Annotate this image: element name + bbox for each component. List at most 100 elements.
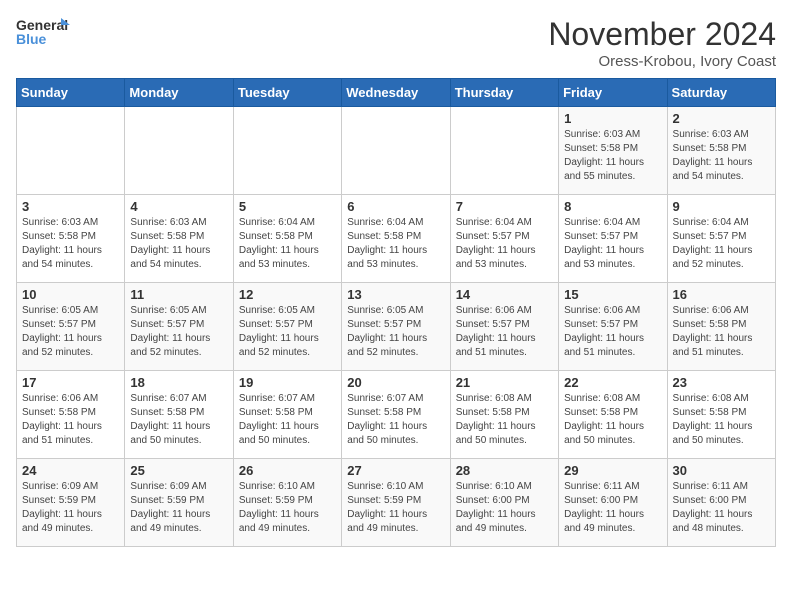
calendar-cell: 7 Sunrise: 6:04 AMSunset: 5:57 PMDaylight… — [450, 195, 558, 283]
day-number: 2 — [673, 111, 770, 126]
week-row-3: 10Sunrise: 6:05 AMSunset: 5:57 PMDayligh… — [17, 283, 776, 371]
day-number: 30 — [673, 463, 770, 478]
day-number: 8 — [564, 199, 661, 214]
calendar-cell: 28 Sunrise: 6:10 AMSunset: 6:00 PMDayligh… — [450, 459, 558, 547]
day-info: Sunrise: 6:04 AMSunset: 5:58 PMDaylight:… — [347, 216, 444, 272]
day-number: 19 — [239, 375, 336, 390]
day-number: 26 — [239, 463, 336, 478]
calendar-cell: 22 Sunrise: 6:08 AMSunset: 5:58 PMDayligh… — [559, 371, 667, 459]
weekday-header-tuesday: Tuesday — [233, 79, 341, 107]
day-info: Sunrise: 6:06 AMSunset: 5:57 PMDaylight:… — [456, 304, 553, 360]
day-info: Sunrise: 6:03 AMSunset: 5:58 PMDaylight:… — [673, 128, 770, 184]
day-info: Sunrise: 6:07 AMSunset: 5:58 PMDaylight:… — [347, 392, 444, 448]
calendar-cell: 2 Sunrise: 6:03 AMSunset: 5:58 PMDaylight… — [667, 107, 775, 195]
month-title: November 2024 — [548, 16, 776, 53]
calendar-cell: 25 Sunrise: 6:09 AMSunset: 5:59 PMDayligh… — [125, 459, 233, 547]
day-info: Sunrise: 6:06 AMSunset: 5:58 PMDaylight:… — [22, 392, 119, 448]
day-number: 4 — [130, 199, 227, 214]
calendar-cell: 26 Sunrise: 6:10 AMSunset: 5:59 PMDayligh… — [233, 459, 341, 547]
day-info: Sunrise: 6:11 AMSunset: 6:00 PMDaylight:… — [673, 480, 770, 536]
week-row-1: 1 Sunrise: 6:03 AMSunset: 5:58 PMDaylight… — [17, 107, 776, 195]
location: Oress-Krobou, Ivory Coast — [548, 53, 776, 70]
calendar-cell — [233, 107, 341, 195]
weekday-header-wednesday: Wednesday — [342, 79, 450, 107]
day-info: Sunrise: 6:08 AMSunset: 5:58 PMDaylight:… — [564, 392, 661, 448]
day-info: Sunrise: 6:04 AMSunset: 5:57 PMDaylight:… — [673, 216, 770, 272]
week-row-2: 3 Sunrise: 6:03 AMSunset: 5:58 PMDaylight… — [17, 195, 776, 283]
calendar-table: SundayMondayTuesdayWednesdayThursdayFrid… — [16, 78, 776, 547]
day-info: Sunrise: 6:03 AMSunset: 5:58 PMDaylight:… — [22, 216, 119, 272]
calendar-cell: 24 Sunrise: 6:09 AMSunset: 5:59 PMDayligh… — [17, 459, 125, 547]
day-info: Sunrise: 6:04 AMSunset: 5:58 PMDaylight:… — [239, 216, 336, 272]
day-number: 6 — [347, 199, 444, 214]
calendar-cell: 11 Sunrise: 6:05 AMSunset: 5:57 PMDayligh… — [125, 283, 233, 371]
day-number: 17 — [22, 375, 119, 390]
calendar-cell: 19Sunrise: 6:07 AMSunset: 5:58 PMDayligh… — [233, 371, 341, 459]
day-number: 28 — [456, 463, 553, 478]
calendar-cell: 29Sunrise: 6:11 AMSunset: 6:00 PMDayligh… — [559, 459, 667, 547]
calendar-cell: 16Sunrise: 6:06 AMSunset: 5:58 PMDayligh… — [667, 283, 775, 371]
calendar-cell: 12 Sunrise: 6:05 AMSunset: 5:57 PMDayligh… — [233, 283, 341, 371]
day-info: Sunrise: 6:06 AMSunset: 5:58 PMDaylight:… — [673, 304, 770, 360]
day-info: Sunrise: 6:05 AMSunset: 5:57 PMDaylight:… — [130, 304, 227, 360]
week-row-5: 24 Sunrise: 6:09 AMSunset: 5:59 PMDayligh… — [17, 459, 776, 547]
day-number: 15 — [564, 287, 661, 302]
day-info: Sunrise: 6:10 AMSunset: 6:00 PMDaylight:… — [456, 480, 553, 536]
day-number: 3 — [22, 199, 119, 214]
day-number: 24 — [22, 463, 119, 478]
day-info: Sunrise: 6:04 AMSunset: 5:57 PMDaylight:… — [456, 216, 553, 272]
calendar-cell — [450, 107, 558, 195]
calendar-cell: 1 Sunrise: 6:03 AMSunset: 5:58 PMDaylight… — [559, 107, 667, 195]
day-info: Sunrise: 6:10 AMSunset: 5:59 PMDaylight:… — [347, 480, 444, 536]
day-info: Sunrise: 6:03 AMSunset: 5:58 PMDaylight:… — [130, 216, 227, 272]
calendar-cell: 27 Sunrise: 6:10 AMSunset: 5:59 PMDayligh… — [342, 459, 450, 547]
calendar-cell — [17, 107, 125, 195]
day-number: 1 — [564, 111, 661, 126]
weekday-header-row: SundayMondayTuesdayWednesdayThursdayFrid… — [17, 79, 776, 107]
title-block: November 2024 Oress-Krobou, Ivory Coast — [548, 16, 776, 70]
calendar-cell: 23 Sunrise: 6:08 AMSunset: 5:58 PMDayligh… — [667, 371, 775, 459]
day-number: 7 — [456, 199, 553, 214]
day-info: Sunrise: 6:06 AMSunset: 5:57 PMDaylight:… — [564, 304, 661, 360]
day-number: 21 — [456, 375, 553, 390]
day-info: Sunrise: 6:05 AMSunset: 5:57 PMDaylight:… — [239, 304, 336, 360]
week-row-4: 17 Sunrise: 6:06 AMSunset: 5:58 PMDayligh… — [17, 371, 776, 459]
day-info: Sunrise: 6:05 AMSunset: 5:57 PMDaylight:… — [347, 304, 444, 360]
day-info: Sunrise: 6:09 AMSunset: 5:59 PMDaylight:… — [130, 480, 227, 536]
calendar-cell: 21 Sunrise: 6:08 AMSunset: 5:58 PMDayligh… — [450, 371, 558, 459]
calendar-cell: 20Sunrise: 6:07 AMSunset: 5:58 PMDayligh… — [342, 371, 450, 459]
calendar-cell — [125, 107, 233, 195]
calendar-cell: 17 Sunrise: 6:06 AMSunset: 5:58 PMDayligh… — [17, 371, 125, 459]
day-number: 12 — [239, 287, 336, 302]
calendar-cell: 8 Sunrise: 6:04 AMSunset: 5:57 PMDaylight… — [559, 195, 667, 283]
calendar-cell: 10Sunrise: 6:05 AMSunset: 5:57 PMDayligh… — [17, 283, 125, 371]
day-number: 11 — [130, 287, 227, 302]
calendar-cell: 5Sunrise: 6:04 AMSunset: 5:58 PMDaylight… — [233, 195, 341, 283]
day-number: 18 — [130, 375, 227, 390]
day-number: 27 — [347, 463, 444, 478]
weekday-header-saturday: Saturday — [667, 79, 775, 107]
logo-svg: GeneralBlue — [16, 16, 72, 52]
day-number: 9 — [673, 199, 770, 214]
calendar-cell: 15 Sunrise: 6:06 AMSunset: 5:57 PMDayligh… — [559, 283, 667, 371]
day-info: Sunrise: 6:11 AMSunset: 6:00 PMDaylight:… — [564, 480, 661, 536]
day-number: 22 — [564, 375, 661, 390]
day-number: 23 — [673, 375, 770, 390]
day-info: Sunrise: 6:10 AMSunset: 5:59 PMDaylight:… — [239, 480, 336, 536]
calendar-cell: 18Sunrise: 6:07 AMSunset: 5:58 PMDayligh… — [125, 371, 233, 459]
day-number: 14 — [456, 287, 553, 302]
day-number: 13 — [347, 287, 444, 302]
day-info: Sunrise: 6:03 AMSunset: 5:58 PMDaylight:… — [564, 128, 661, 184]
calendar-cell — [342, 107, 450, 195]
day-info: Sunrise: 6:04 AMSunset: 5:57 PMDaylight:… — [564, 216, 661, 272]
weekday-header-friday: Friday — [559, 79, 667, 107]
weekday-header-thursday: Thursday — [450, 79, 558, 107]
calendar-cell: 6 Sunrise: 6:04 AMSunset: 5:58 PMDaylight… — [342, 195, 450, 283]
day-info: Sunrise: 6:08 AMSunset: 5:58 PMDaylight:… — [456, 392, 553, 448]
day-info: Sunrise: 6:08 AMSunset: 5:58 PMDaylight:… — [673, 392, 770, 448]
weekday-header-sunday: Sunday — [17, 79, 125, 107]
day-info: Sunrise: 6:05 AMSunset: 5:57 PMDaylight:… — [22, 304, 119, 360]
day-number: 25 — [130, 463, 227, 478]
page-header: GeneralBlue November 2024 Oress-Krobou, … — [16, 16, 776, 70]
day-info: Sunrise: 6:09 AMSunset: 5:59 PMDaylight:… — [22, 480, 119, 536]
